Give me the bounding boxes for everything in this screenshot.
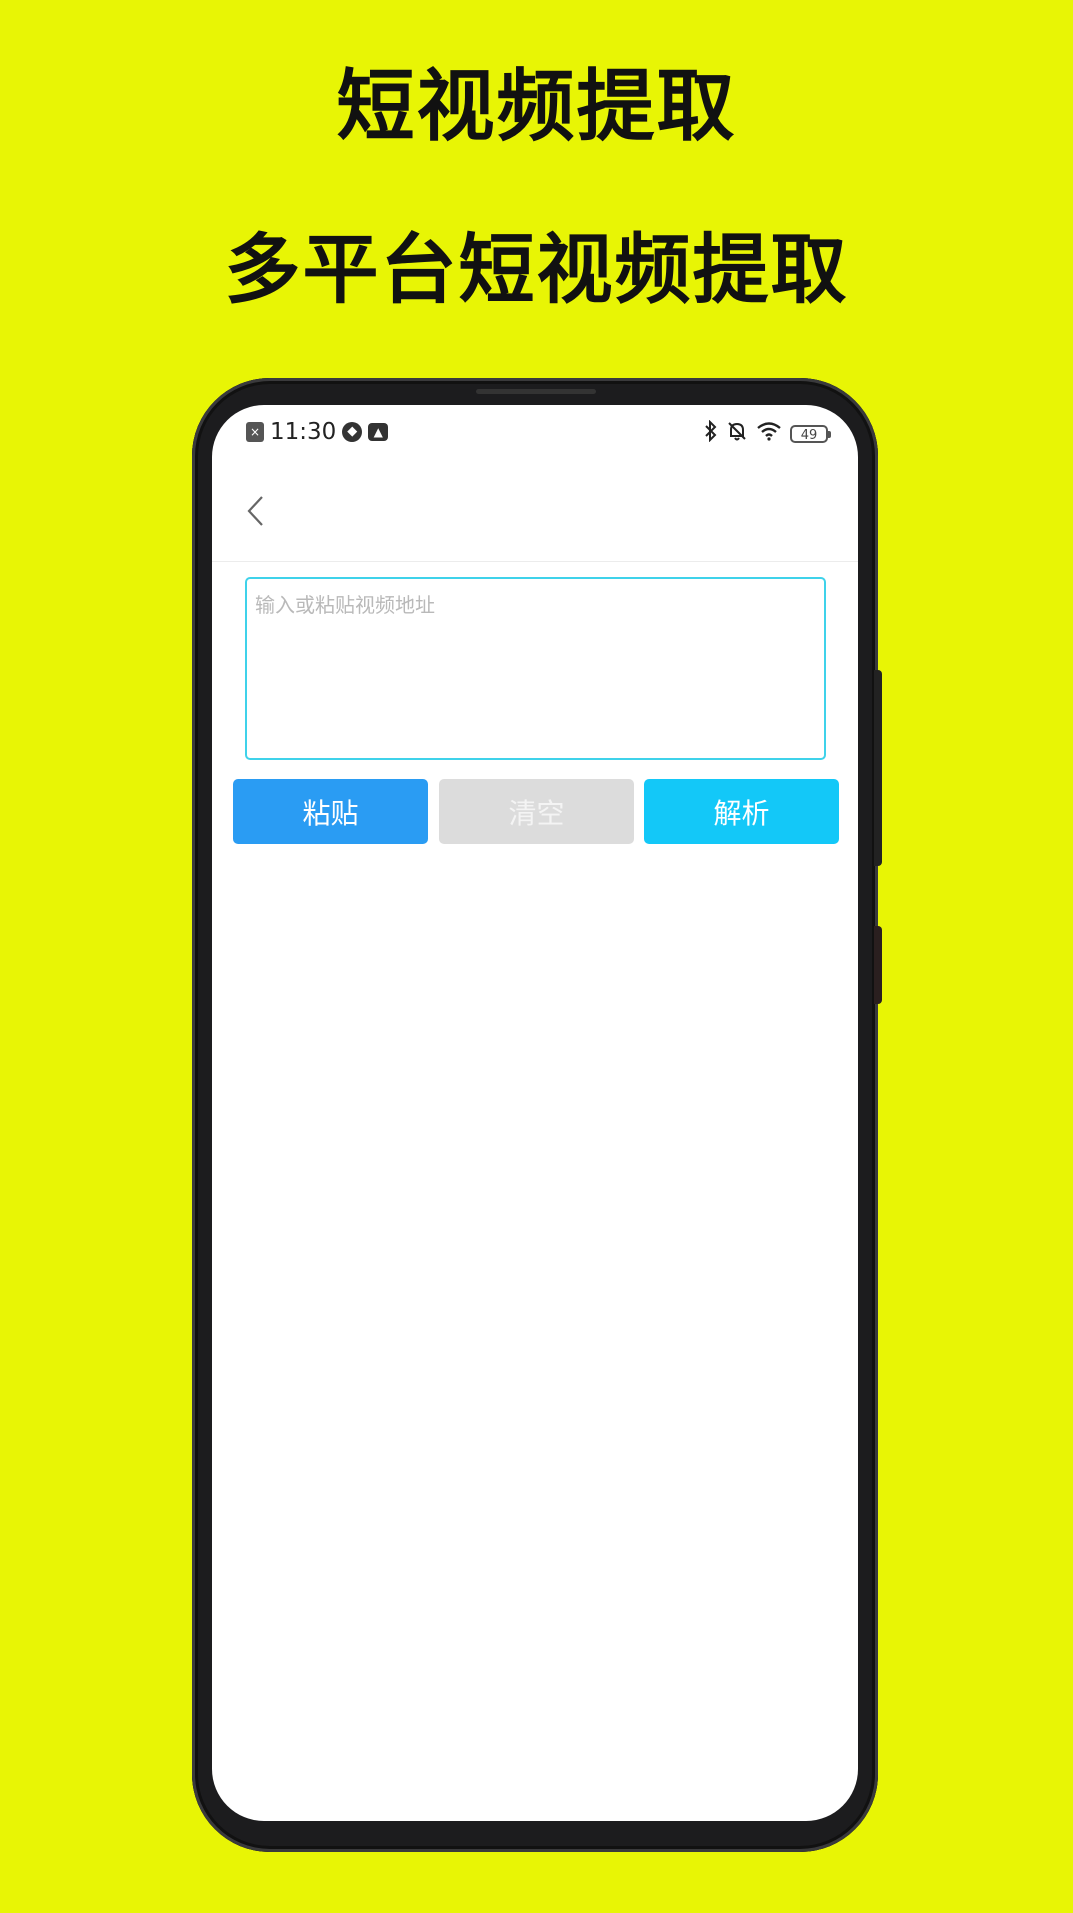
paste-button[interactable]: 粘贴 (233, 779, 428, 844)
sim-off-icon: × (246, 422, 264, 442)
status-left: × 11:30 ◆ ▲ (246, 419, 389, 445)
promo-subtitle: 多平台短视频提取 (224, 225, 849, 314)
nav-bar (212, 463, 858, 562)
parse-button[interactable]: 解析 (644, 779, 839, 844)
video-url-input[interactable] (245, 577, 826, 760)
bluetooth-icon (704, 419, 718, 447)
phone-screen: × 11:30 ◆ ▲ 49 粘贴 清空 解析 (212, 405, 858, 1821)
gallery-icon: ▲ (368, 423, 389, 441)
power-side-button (874, 926, 882, 1004)
phone-speaker (476, 389, 596, 394)
back-button[interactable] (236, 493, 276, 533)
status-bar: × 11:30 ◆ ▲ 49 (212, 405, 858, 463)
mute-bell-icon (726, 420, 748, 447)
status-time: 11:30 (270, 419, 337, 445)
status-right: 49 (704, 419, 831, 447)
chevron-left-icon (246, 495, 266, 531)
clear-button[interactable]: 清空 (439, 779, 634, 844)
volume-side-button (874, 670, 882, 866)
compass-icon: ◆ (342, 422, 363, 442)
battery-icon: 49 (790, 424, 831, 443)
wifi-icon (756, 421, 782, 446)
promo-title: 短视频提取 (336, 62, 737, 152)
